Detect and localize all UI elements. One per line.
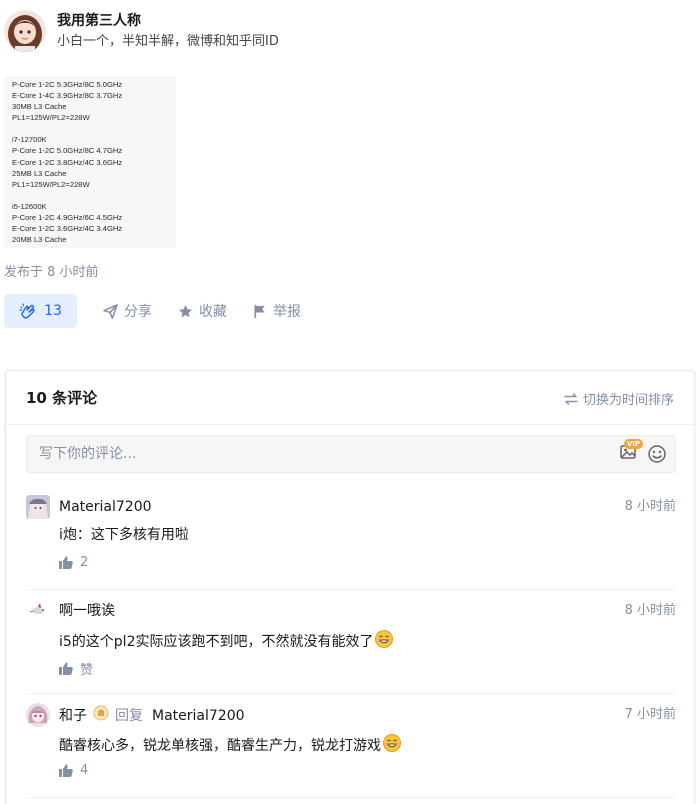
reply-to-name[interactable]: Material7200 xyxy=(152,706,245,726)
comment-text: i炮：这下多核有用啦 xyxy=(59,525,189,545)
comment-time: 7 小时前 xyxy=(624,707,676,722)
spec-line: PL1=125W/PL2=228W xyxy=(12,245,176,248)
spec-line: E-Core 1-2C 3.6GHz/4C 3.4GHz xyxy=(12,224,123,234)
spec-line: 20MB L3 Cache xyxy=(12,235,67,245)
commenter-name[interactable]: 啊一哦诶 xyxy=(59,601,115,621)
author-header: 我用第三人称 小白一个，半知半解，微博和知乎同ID xyxy=(4,8,279,54)
comment-like-count: 2 xyxy=(80,555,89,570)
author-avatar[interactable] xyxy=(4,10,46,52)
spec-line: 25MB L3 Cache xyxy=(12,168,67,178)
spec-line xyxy=(12,123,176,134)
spec-line: P-Core 1-2C 4.9GHz/6C 4.5GHz xyxy=(12,212,123,222)
comment-item: 啊一哦诶 8 小时前 i5的这个pl2实际应该跑不到吧，不然就没有能效了 赞 xyxy=(26,599,676,689)
flag-icon xyxy=(254,304,265,318)
spec-line: 30MB L3 Cache xyxy=(12,102,67,112)
like-button[interactable]: 13 xyxy=(4,294,77,328)
comment-like-button[interactable]: 4 xyxy=(59,763,88,778)
spec-line: PL1=125W/PL2=228W xyxy=(12,179,90,189)
sort-toggle-label: 切换为时间排序 xyxy=(582,393,674,408)
commenter-avatar[interactable] xyxy=(26,703,50,727)
spec-line: E-Core 1-4C 3.9GHz/8C 3.7GHz xyxy=(12,91,123,101)
grin-emoji-icon xyxy=(382,733,402,759)
grin-emoji-icon xyxy=(374,629,394,655)
spec-line: E-Core 1-2C 3.8GHz/4C 3.6GHz xyxy=(12,157,123,167)
comments-count: 10 条评论 xyxy=(26,389,98,407)
action-bar: 13 分享 收藏 举报 xyxy=(4,294,301,328)
star-icon xyxy=(178,304,193,317)
comment-like-button[interactable]: 赞 xyxy=(59,659,93,678)
reply-label: 回复 xyxy=(115,708,143,724)
applause-icon xyxy=(19,303,35,319)
comment-like-count: 赞 xyxy=(80,663,94,678)
spec-line: P-Core 1-2C 5.3GHz/8C 5.0GHz xyxy=(12,80,123,89)
comment-item: 和子 回复 Material7200 7 小时前 酷睿核心多，锐龙单核强，酷睿生… xyxy=(26,703,676,793)
swap-arrows-icon xyxy=(564,392,578,405)
comment-editor: VIP xyxy=(26,435,676,473)
sort-toggle-button[interactable]: 切换为时间排序 xyxy=(564,389,674,408)
spec-line: i7-12700K xyxy=(12,135,47,145)
spec-line xyxy=(12,190,176,201)
paper-plane-icon xyxy=(103,303,118,319)
comment-time: 8 小时前 xyxy=(624,499,676,514)
comment-text-content: 酷睿核心多，锐龙单核强，酷睿生产力，锐龙打游戏 xyxy=(59,738,381,754)
comment-divider xyxy=(26,589,676,590)
share-label: 分享 xyxy=(124,304,152,320)
comment-like-button[interactable]: 2 xyxy=(59,555,88,570)
badge-icon xyxy=(93,705,109,727)
commenter-name[interactable]: 和子 xyxy=(59,706,87,726)
spec-line: P-Core 1-2C 5.0GHz/8C 4.7GHz xyxy=(12,146,123,156)
post-image[interactable]: P-Core 1-2C 5.3GHz/8C 5.0GHz E-Core 1-4C … xyxy=(4,76,176,248)
comment-text-content: i炮：这下多核有用啦 xyxy=(59,527,189,543)
commenter-avatar[interactable] xyxy=(26,495,50,519)
comments-header: 10 条评论 切换为时间排序 xyxy=(6,371,694,425)
comment-time: 8 小时前 xyxy=(624,603,676,618)
comment-divider xyxy=(26,693,676,694)
spec-line: i5-12600K xyxy=(12,201,47,211)
thumbs-up-icon xyxy=(59,662,73,675)
comment-text-content: i5的这个pl2实际应该跑不到吧，不然就没有能效了 xyxy=(59,634,374,650)
commenter-avatar[interactable] xyxy=(26,599,50,623)
report-label: 举报 xyxy=(273,304,301,320)
spec-line: PL1=125W/PL2=228W xyxy=(12,113,90,123)
collect-button[interactable]: 收藏 xyxy=(178,301,227,321)
comment-input[interactable] xyxy=(27,436,597,472)
vip-badge: VIP xyxy=(623,439,643,449)
comment-like-count: 4 xyxy=(80,763,89,778)
share-button[interactable]: 分享 xyxy=(103,301,152,321)
comment-text: 酷睿核心多，锐龙单核强，酷睿生产力，锐龙打游戏 xyxy=(59,733,402,759)
emoji-icon[interactable] xyxy=(647,444,667,468)
commenter-name[interactable]: Material7200 xyxy=(59,497,152,517)
like-count: 13 xyxy=(44,303,62,319)
collect-label: 收藏 xyxy=(199,304,227,320)
comment-divider xyxy=(26,797,676,798)
comments-panel: 10 条评论 切换为时间排序 VIP xyxy=(5,370,695,804)
thumbs-up-icon xyxy=(59,556,73,569)
author-name[interactable]: 我用第三人称 xyxy=(57,11,279,31)
comment-text: i5的这个pl2实际应该跑不到吧，不然就没有能效了 xyxy=(59,629,394,655)
author-bio: 小白一个，半知半解，微博和知乎同ID xyxy=(57,33,279,49)
thumbs-up-icon xyxy=(59,764,73,777)
post-time: 发布于 8 小时前 xyxy=(4,265,99,280)
comment-item: Material7200 8 小时前 i炮：这下多核有用啦 2 xyxy=(26,495,676,585)
report-button[interactable]: 举报 xyxy=(253,301,301,321)
